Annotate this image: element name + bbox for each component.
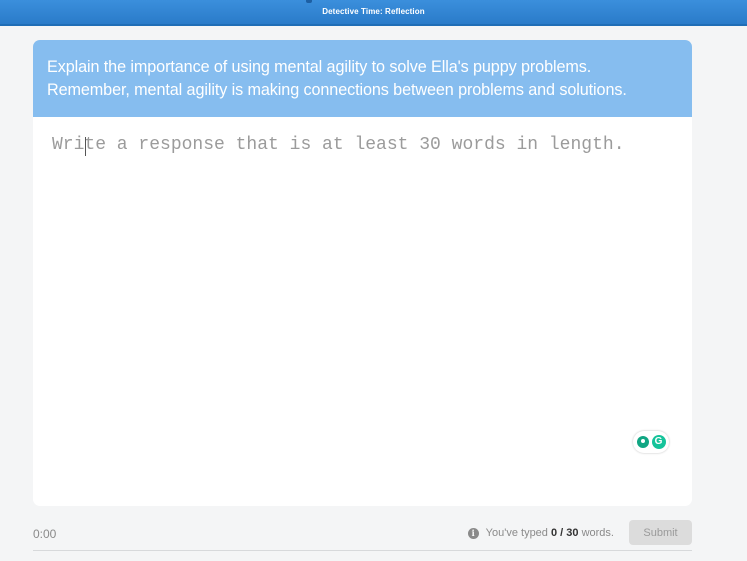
prompt-panel: Explain the importance of using mental a… [33, 40, 692, 117]
response-footer: 0:00 i You've typed 0 / 30 words. Submit [33, 518, 692, 548]
page-title: Detective Time: Reflection [322, 7, 425, 16]
lightbulb-icon[interactable] [636, 436, 649, 448]
response-panel: G [33, 117, 692, 506]
submit-button[interactable]: Submit [629, 520, 692, 545]
text-caret [85, 137, 86, 156]
footer-divider [33, 550, 692, 551]
elapsed-timer: 0:00 [33, 527, 57, 541]
prompt-text-line-1: Explain the importance of using mental a… [47, 58, 592, 76]
response-textarea[interactable] [33, 117, 692, 506]
grammarly-icon[interactable]: G [651, 435, 666, 449]
info-icon: i [467, 527, 479, 539]
header-bar: Detective Time: Reflection [0, 0, 747, 26]
word-count-suffix: words. [578, 527, 614, 539]
word-count-status: i You've typed 0 / 30 words. [467, 527, 614, 539]
reflection-page: Detective Time: Reflection Explain the i… [0, 0, 747, 561]
words-required-count: 30 [566, 527, 579, 539]
writing-assistant-widget[interactable]: G [633, 431, 669, 453]
word-count-prefix: You've typed [485, 527, 551, 539]
header-notch [306, 0, 312, 3]
prompt-text-line-2: Remember, mental agility is making conne… [47, 81, 627, 99]
word-count-separator: / [557, 527, 567, 539]
